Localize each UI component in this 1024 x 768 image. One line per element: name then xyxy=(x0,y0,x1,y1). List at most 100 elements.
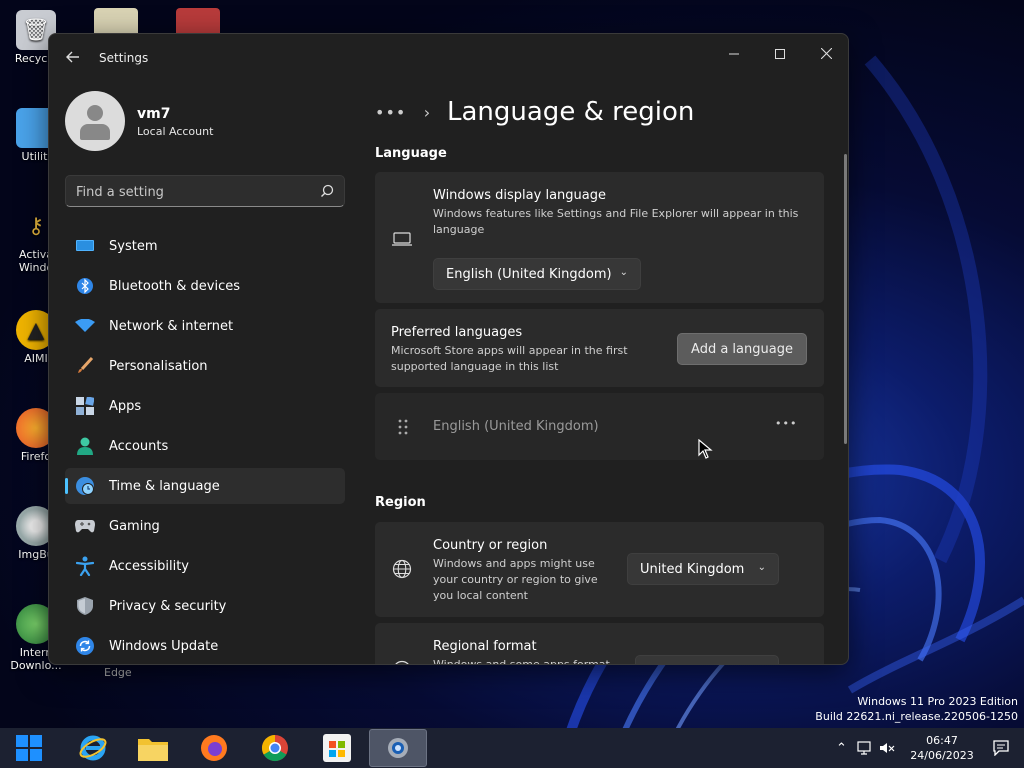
preferred-languages-desc: Microsoft Store apps will appear in the … xyxy=(391,344,628,373)
country-region-dropdown[interactable]: United Kingdom ⌄ xyxy=(627,553,779,585)
notifications-button[interactable] xyxy=(984,731,1018,765)
internet-explorer-icon xyxy=(79,735,107,761)
page-title: Language & region xyxy=(447,97,695,127)
search-box[interactable] xyxy=(65,175,345,207)
sidebar-item-label: Privacy & security xyxy=(109,598,227,614)
desktop-icon-label: AIMI xyxy=(24,352,48,365)
sidebar-item-accessibility[interactable]: Accessibility xyxy=(65,548,345,584)
sidebar-item-label: Apps xyxy=(109,398,142,414)
sidebar-item-apps[interactable]: Apps xyxy=(65,388,345,424)
user-name: vm7 xyxy=(137,106,171,122)
desktop-icon-label: Firefo xyxy=(20,450,52,463)
sidebar-item-label: Gaming xyxy=(109,518,160,534)
minimize-button[interactable] xyxy=(711,40,757,70)
gamepad-icon xyxy=(75,516,95,536)
notification-icon xyxy=(993,740,1009,756)
breadcrumb: ••• › Language & region xyxy=(375,94,694,130)
windows-logo-icon xyxy=(16,735,42,761)
section-heading-language: Language xyxy=(375,146,447,161)
taskbar-file-explorer[interactable] xyxy=(136,731,170,765)
title-bar[interactable]: Settings xyxy=(49,34,848,82)
update-icon xyxy=(75,636,95,656)
search-input[interactable] xyxy=(76,182,306,202)
maximize-icon xyxy=(775,49,785,59)
dropdown-value: English (United Kingdom) xyxy=(446,266,612,282)
accounts-icon xyxy=(75,436,95,456)
close-button[interactable] xyxy=(803,40,848,70)
sidebar-item-accounts[interactable]: Accounts xyxy=(65,428,345,464)
language-list-item[interactable]: English (United Kingdom) ••• xyxy=(375,393,824,460)
preferred-languages-title: Preferred languages xyxy=(391,325,523,340)
sidebar-item-label: Accounts xyxy=(109,438,169,454)
more-options-button[interactable]: ••• xyxy=(775,417,797,430)
windows-edition-watermark: Windows 11 Pro 2023 Edition Build 22621.… xyxy=(815,694,1018,724)
firefox-icon xyxy=(201,735,227,761)
chevron-up-icon[interactable]: ⌃ xyxy=(836,741,847,756)
bluetooth-icon xyxy=(75,276,95,296)
shield-icon xyxy=(75,596,95,616)
arrow-left-icon xyxy=(66,51,79,63)
sidebar-nav: System Bluetooth & devices Network & int… xyxy=(65,228,345,664)
regional-format-desc: Windows and some apps format xyxy=(433,658,610,665)
app-title: Settings xyxy=(99,51,149,65)
sidebar-item-label: Bluetooth & devices xyxy=(109,278,240,294)
chevron-down-icon: ⌄ xyxy=(757,562,766,573)
chevron-down-icon: ⌄ xyxy=(619,267,628,278)
display-language-title: Windows display language xyxy=(433,188,606,203)
time-language-icon xyxy=(75,476,95,496)
settings-window: Settings vm7 Local Account System Blueto… xyxy=(48,33,849,665)
sidebar-item-bluetooth[interactable]: Bluetooth & devices xyxy=(65,268,345,304)
scrollbar[interactable] xyxy=(844,154,847,444)
back-button[interactable] xyxy=(61,48,85,68)
globe-icon xyxy=(395,660,409,664)
sidebar-item-label: Network & internet xyxy=(109,318,234,334)
mouse-cursor-icon xyxy=(698,439,713,459)
desktop-icon-edge-label: Edge xyxy=(104,666,132,679)
language-name: English (United Kingdom) xyxy=(433,419,599,434)
sidebar-item-personalisation[interactable]: Personalisation xyxy=(65,348,345,384)
sidebar-item-privacy[interactable]: Privacy & security xyxy=(65,588,345,624)
regional-format-title: Regional format xyxy=(433,639,537,654)
store-icon xyxy=(323,734,351,762)
preferred-languages-card: Preferred languages Microsoft Store apps… xyxy=(375,309,824,387)
sidebar-item-windows-update[interactable]: Windows Update xyxy=(65,628,345,664)
search-icon[interactable] xyxy=(320,184,334,198)
sidebar-item-system[interactable]: System xyxy=(65,228,345,264)
add-language-button[interactable]: Add a language xyxy=(677,333,807,365)
system-icon xyxy=(75,236,95,256)
sidebar-item-gaming[interactable]: Gaming xyxy=(65,508,345,544)
taskbar-microsoft-store[interactable] xyxy=(320,731,354,765)
country-region-desc: Windows and apps might use your country … xyxy=(433,557,598,602)
sidebar-item-network[interactable]: Network & internet xyxy=(65,308,345,344)
dropdown-value: United Kingdom xyxy=(640,561,745,577)
sidebar-item-label: Accessibility xyxy=(109,558,189,574)
taskbar-firefox[interactable] xyxy=(197,731,231,765)
taskbar-chrome[interactable] xyxy=(258,731,292,765)
taskbar: ⌃ 06:47 24/06/2023 xyxy=(0,728,1024,768)
sidebar-item-label: System xyxy=(109,238,158,254)
sidebar-item-time-language[interactable]: Time & language xyxy=(65,468,345,504)
volume-muted-icon[interactable] xyxy=(879,740,895,756)
monitor-icon xyxy=(392,232,412,246)
clock-time: 06:47 xyxy=(926,734,958,747)
section-heading-region: Region xyxy=(375,495,426,510)
maximize-button[interactable] xyxy=(757,40,803,70)
taskbar-settings[interactable] xyxy=(369,729,427,767)
sidebar-item-label: Time & language xyxy=(109,478,220,494)
desktop-icon-label: Utiliti xyxy=(21,150,51,163)
chrome-icon xyxy=(261,734,288,762)
start-button[interactable] xyxy=(12,731,46,765)
display-language-card: Windows display language Windows feature… xyxy=(375,172,824,303)
sidebar-item-label: Windows Update xyxy=(109,638,219,654)
gear-icon xyxy=(388,738,408,758)
display-language-dropdown[interactable]: English (United Kingdom) ⌄ xyxy=(433,258,641,290)
display-language-desc: Windows features like Settings and File … xyxy=(433,207,799,236)
regional-format-dropdown[interactable] xyxy=(635,655,779,664)
wifi-icon xyxy=(75,316,95,336)
network-icon[interactable] xyxy=(857,740,873,756)
drag-handle-icon[interactable] xyxy=(397,418,409,436)
sidebar-item-label: Personalisation xyxy=(109,358,208,374)
taskbar-internet-explorer[interactable] xyxy=(76,731,110,765)
taskbar-clock[interactable]: 06:47 24/06/2023 xyxy=(898,733,986,763)
breadcrumb-overflow-button[interactable]: ••• xyxy=(375,103,407,122)
